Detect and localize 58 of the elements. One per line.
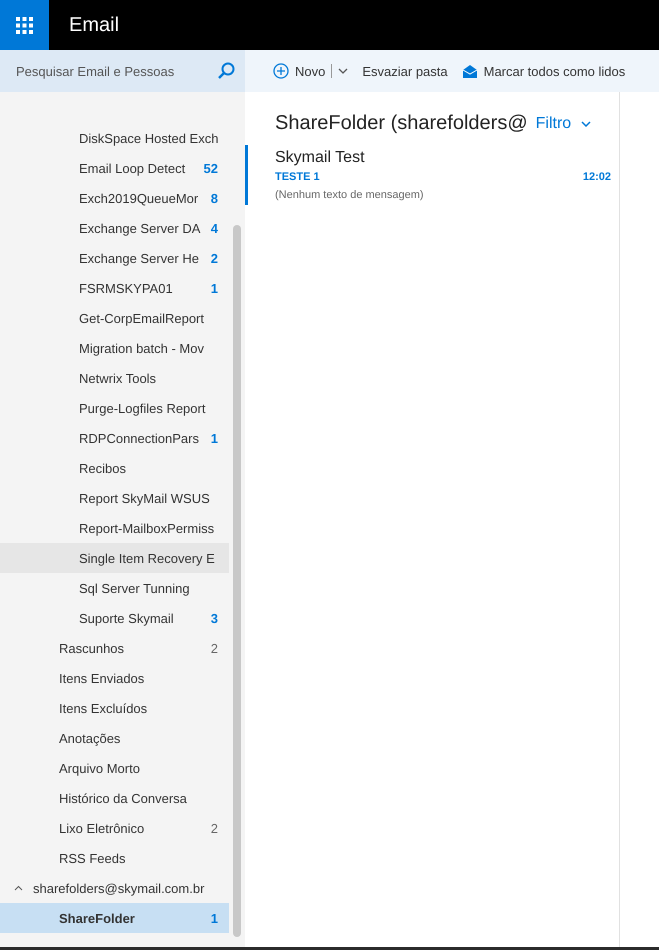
folder-item[interactable]: RDPConnectionPars 1 (0, 423, 229, 453)
plus-circle-icon (273, 63, 289, 79)
folder-item[interactable]: Purge-Logfiles Report (0, 393, 229, 423)
folder-item[interactable]: Netwrix Tools (0, 363, 229, 393)
folder-heading: ShareFolder (sharefolders@ (275, 112, 528, 135)
message-sender: Skymail Test (275, 149, 366, 167)
unread-count: 1 (210, 910, 218, 926)
folder-item[interactable]: Migration batch - Mov (0, 333, 229, 363)
folder-item[interactable]: Sql Server Tunning (0, 573, 229, 603)
chevron-down-icon (581, 120, 592, 126)
message-subject: TESTE 1 (275, 171, 320, 183)
app-launcher-button[interactable] (0, 0, 49, 50)
unread-count: 2 (210, 820, 218, 836)
unread-count: 2 (210, 640, 218, 656)
chevron-down-icon[interactable] (338, 68, 348, 74)
unread-count: 8 (210, 190, 218, 206)
mark-all-read-button[interactable]: Marcar todos como lidos (462, 64, 626, 78)
unread-count: 4 (210, 220, 218, 236)
unread-count: 3 (210, 610, 218, 626)
folder-item[interactable]: Recibos (0, 453, 229, 483)
message-preview: (Nenhum texto de mensagem) (275, 189, 425, 201)
search-icon[interactable] (217, 62, 235, 80)
unread-count: 1 (210, 430, 218, 446)
folder-item[interactable]: Exch2019QueueMor 8 (0, 183, 229, 213)
folder-item[interactable]: Itens Enviados (0, 663, 229, 693)
unread-count: 1 (210, 280, 218, 296)
folder-item[interactable]: Arquivo Morto (0, 753, 229, 783)
folder-item[interactable]: Exchange Server He 2 (0, 243, 229, 273)
folder-item[interactable]: Rascunhos 2 (0, 633, 229, 663)
unread-count: 2 (210, 250, 218, 266)
folder-item[interactable]: Report-MailboxPermiss (0, 513, 229, 543)
folder-item[interactable]: Histórico da Conversa (0, 783, 229, 813)
new-button[interactable]: Novo (273, 63, 348, 79)
app-title: Email (69, 14, 120, 36)
folder-item[interactable]: DiskSpace Hosted Exch (0, 123, 229, 153)
grid-icon (16, 16, 33, 34)
folder-item[interactable]: Exchange Server DA 4 (0, 213, 229, 243)
folder-item[interactable]: Email Loop Detect 52 (0, 153, 229, 183)
folder-item[interactable]: Suporte Skymail 3 (0, 603, 229, 633)
folder-item[interactable]: Single Item Recovery E (0, 543, 229, 573)
open-envelope-icon (462, 64, 478, 78)
folder-item[interactable]: Report SkyMail WSUS (0, 483, 229, 513)
folder-item[interactable]: Itens Excluídos (0, 693, 229, 723)
message-item[interactable]: Skymail Test TESTE 1 12:02 (Nenhum texto de mensagem) (245, 145, 619, 205)
filter-button[interactable]: Filtro (536, 114, 592, 132)
folder-item[interactable]: Get-CorpEmailReport (0, 303, 229, 333)
search-box[interactable]: Pesquisar Email e Pessoas (0, 50, 245, 92)
unread-count: 52 (204, 160, 218, 176)
folder-item[interactable]: FSRMSKYPA01 1 (0, 273, 229, 303)
folder-item[interactable]: Lixo Eletrônico 2 (0, 813, 229, 843)
folder-item[interactable]: RSS Feeds (0, 843, 229, 873)
collapse-caret-icon[interactable] (14, 885, 23, 891)
search-field[interactable]: Pesquisar Email e Pessoas (14, 62, 217, 80)
message-time: 12:02 (582, 171, 611, 183)
empty-folder-button[interactable]: Esvaziar pasta (362, 64, 448, 78)
folder-item[interactable]: Anotações (0, 723, 229, 753)
folder-item[interactable]: ShareFolder 1 (0, 903, 229, 933)
account-item[interactable]: sharefolders@skymail.com.br (0, 873, 229, 903)
